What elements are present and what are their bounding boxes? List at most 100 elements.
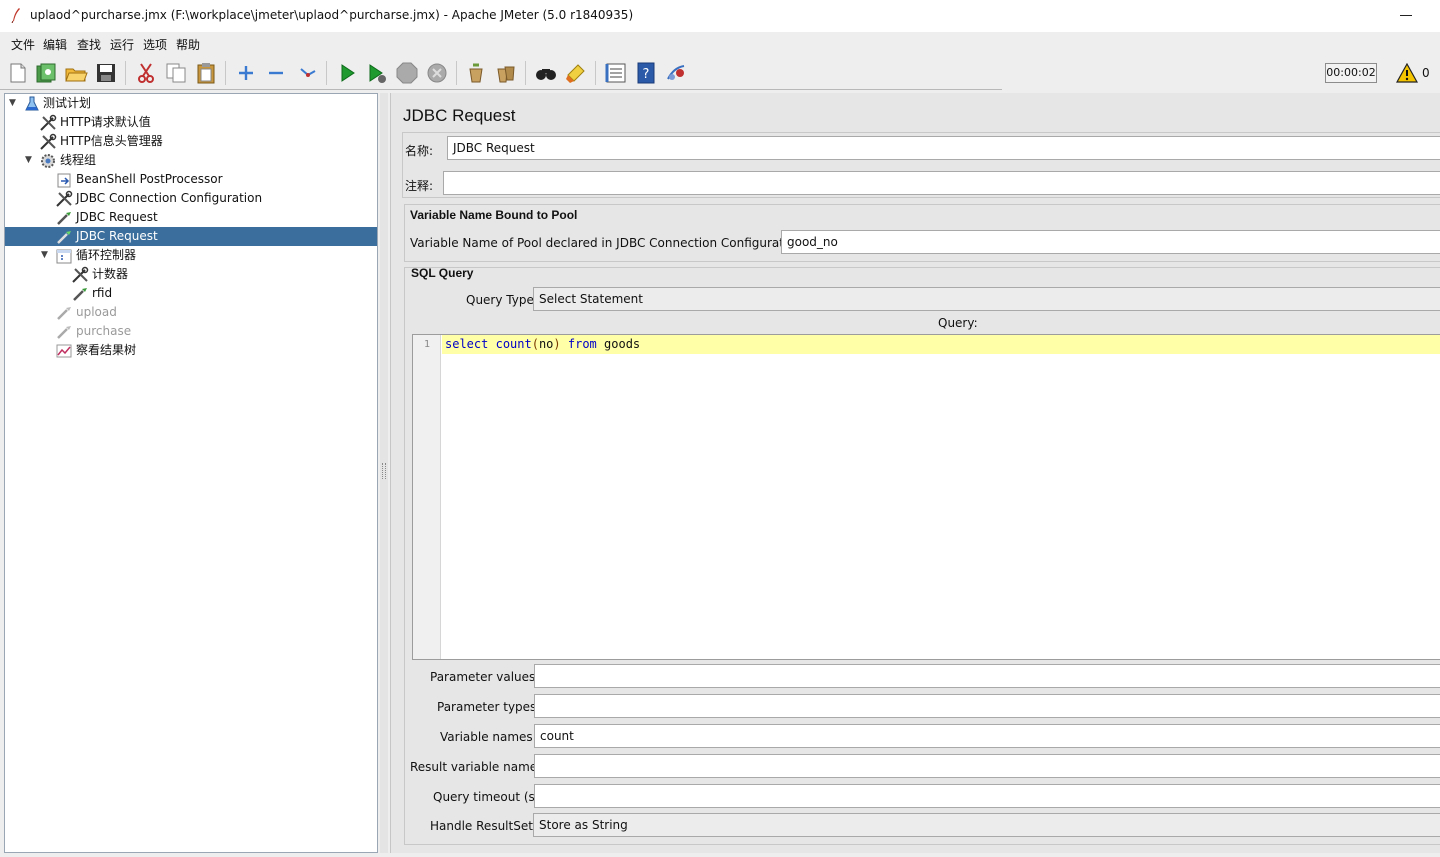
query-timeout-field[interactable]	[534, 784, 1440, 808]
tree-node-counter[interactable]: 计数器	[5, 265, 377, 284]
save-icon	[97, 64, 115, 82]
config-tools-icon	[72, 266, 89, 283]
toggle-button[interactable]	[296, 61, 320, 85]
jdbc-request-panel: JDBC Request 名称: JDBC Request 注释: Variab…	[390, 93, 1440, 853]
expand-all-button[interactable]	[234, 61, 258, 85]
variable-names-field[interactable]: count	[534, 724, 1440, 748]
sql-token: select	[445, 337, 489, 351]
postprocessor-icon	[57, 173, 71, 188]
toolbar-divider-line	[0, 89, 1002, 90]
shutdown-button[interactable]	[425, 61, 449, 85]
expand-icon	[239, 66, 253, 80]
tree-node-label: 循环控制器	[76, 248, 137, 262]
expand-toggle-icon[interactable]: ▼	[25, 151, 35, 170]
help-icon: ?	[637, 62, 655, 84]
tree-node-loop-controller[interactable]: ▼ 循环控制器	[5, 246, 377, 265]
split-pane-divider[interactable]	[380, 93, 388, 853]
splitter-grip-icon	[382, 463, 386, 479]
tree-node-label: 线程组	[60, 153, 97, 167]
variable-names-label: Variable names:	[440, 730, 537, 744]
listener-graph-icon	[56, 344, 72, 358]
parameter-types-label: Parameter types:	[437, 700, 541, 714]
tree-node-label: JDBC Request	[76, 229, 158, 243]
elapsed-timer: 00:00:02	[1325, 63, 1377, 83]
toggle-icon	[300, 68, 316, 77]
templates-button[interactable]	[34, 61, 58, 85]
new-icon	[10, 63, 26, 83]
menu-edit[interactable]: 编辑	[43, 36, 67, 53]
sql-token: no	[538, 337, 554, 351]
help-button[interactable]: ?	[634, 61, 658, 85]
clear-icon	[469, 63, 483, 83]
function-helper-button[interactable]	[604, 61, 628, 85]
collapse-icon	[269, 71, 283, 75]
tree-node-http-defaults[interactable]: HTTP请求默认值	[5, 113, 377, 132]
save-button[interactable]	[94, 61, 118, 85]
menu-search[interactable]: 查找	[77, 36, 101, 53]
tree-node-upload[interactable]: upload	[5, 303, 377, 322]
tree-node-label: 察看结果树	[76, 343, 137, 357]
copy-icon	[166, 63, 186, 83]
paste-button[interactable]	[194, 61, 218, 85]
cut-button[interactable]	[134, 61, 158, 85]
sql-token: goods	[604, 337, 641, 351]
menu-options[interactable]: 选项	[143, 36, 167, 53]
query-type-label: Query Type:	[466, 293, 538, 307]
search-icon	[536, 69, 556, 80]
collapse-all-button[interactable]	[264, 61, 288, 85]
clear-button[interactable]	[464, 61, 488, 85]
sampler-pipette-icon	[57, 326, 71, 339]
handle-resultset-select[interactable]: Store as String	[533, 813, 1440, 837]
panel-title: JDBC Request	[403, 106, 516, 125]
tree-node-label: JDBC Request	[76, 210, 158, 224]
tree-node-rfid[interactable]: rfid	[5, 284, 377, 303]
sampler-pipette-icon	[57, 307, 71, 320]
stop-button[interactable]	[395, 61, 419, 85]
query-type-select[interactable]: Select Statement	[533, 287, 1440, 311]
tree-node-label: JDBC Connection Configuration	[76, 191, 263, 205]
sql-query-text[interactable]: select count(no) from goods	[445, 337, 640, 351]
loop-controller-icon	[56, 249, 72, 264]
clear-all-button[interactable]	[494, 61, 518, 85]
copy-button[interactable]	[164, 61, 188, 85]
tree-node-http-header-manager[interactable]: HTTP信息头管理器	[5, 132, 377, 151]
sql-query-editor[interactable]: 1 select count(no) from goods	[412, 334, 1440, 660]
menu-file[interactable]: 文件	[11, 36, 35, 53]
parameter-values-field[interactable]	[534, 664, 1440, 688]
function-helper-icon	[605, 63, 626, 83]
tree-node-view-results-tree[interactable]: 察看结果树	[5, 341, 377, 360]
new-button[interactable]	[6, 61, 30, 85]
minimize-button[interactable]	[1400, 8, 1414, 22]
tree-node-purchase[interactable]: purchase	[5, 322, 377, 341]
comment-field[interactable]	[443, 171, 1440, 195]
pool-name-field[interactable]: good_no	[781, 230, 1440, 254]
templates-icon	[36, 63, 56, 83]
start-button[interactable]	[335, 61, 359, 85]
expand-toggle-icon[interactable]: ▼	[41, 246, 51, 265]
tree-node-label: 计数器	[92, 267, 129, 281]
open-button[interactable]	[64, 61, 88, 85]
result-variable-field[interactable]	[534, 754, 1440, 778]
clear-all-icon	[497, 66, 515, 83]
remote-button[interactable]	[664, 61, 688, 85]
parameter-types-field[interactable]	[534, 694, 1440, 718]
search-button[interactable]	[534, 61, 558, 85]
test-plan-tree: ▼ 测试计划 HTTP请求默认值 HTTP信息头管理器 ▼ 线程组 BeanSh…	[4, 93, 378, 853]
tree-node-jdbc-request-2[interactable]: JDBC Request	[5, 227, 377, 246]
name-field[interactable]: JDBC Request	[447, 136, 1440, 160]
expand-toggle-icon[interactable]: ▼	[9, 94, 19, 113]
cut-icon	[138, 63, 154, 83]
warning-icon[interactable]	[1396, 63, 1418, 83]
tree-node-jdbc-connection-config[interactable]: JDBC Connection Configuration	[5, 189, 377, 208]
reset-search-button[interactable]	[564, 61, 588, 85]
start-no-pauses-button[interactable]	[365, 61, 389, 85]
tree-node-thread-group[interactable]: ▼ 线程组	[5, 151, 377, 170]
tree-node-beanshell-postprocessor[interactable]: BeanShell PostProcessor	[5, 170, 377, 189]
tree-node-jdbc-request-1[interactable]: JDBC Request	[5, 208, 377, 227]
menu-help[interactable]: 帮助	[176, 36, 200, 53]
toolbar: ? 00:00:02 0	[0, 55, 1440, 91]
menu-run[interactable]: 运行	[110, 36, 134, 53]
sampler-pipette-icon	[73, 288, 87, 301]
tree-node-test-plan[interactable]: ▼ 测试计划	[5, 94, 377, 113]
